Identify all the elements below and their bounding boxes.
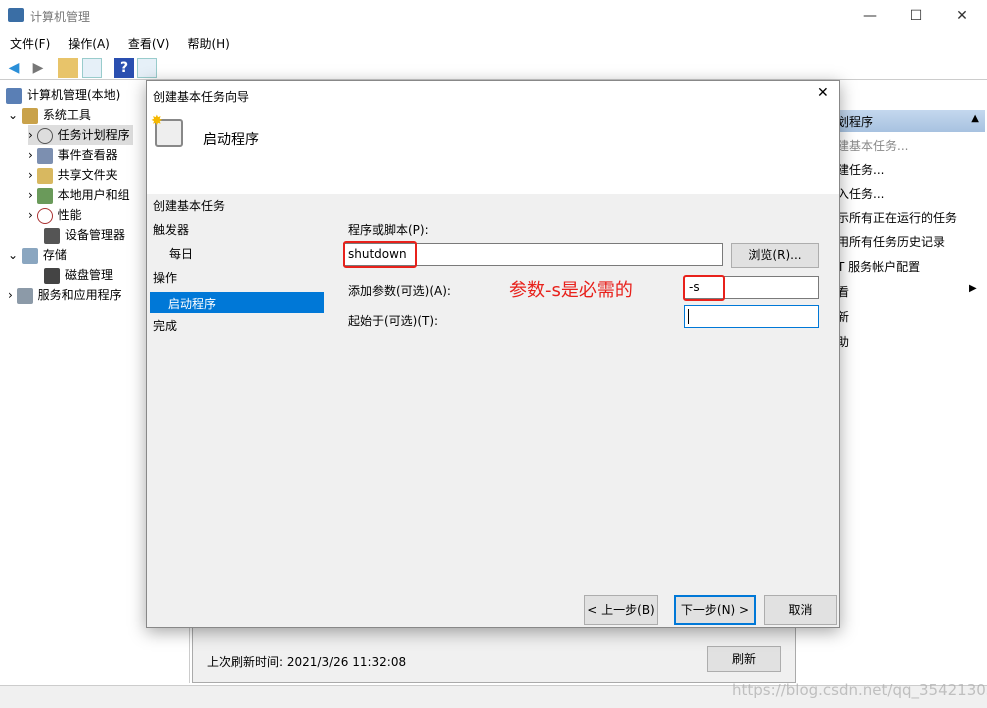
tree-item-performance[interactable]: › 性能	[28, 205, 82, 225]
text-cursor	[688, 309, 689, 324]
tree-label: 共享文件夹	[57, 168, 118, 182]
menu-bar: 文件(F) 操作(A) 查看(V) 帮助(H)	[0, 32, 987, 54]
dialog-heading: 启动程序	[203, 132, 259, 148]
back-button[interactable]: < 上一步(B)	[584, 595, 658, 625]
step-label: 启动程序	[168, 297, 217, 311]
tree-label: 性能	[57, 208, 82, 222]
action-create-task[interactable]: 建任务...	[837, 161, 884, 178]
tree-label: 磁盘管理	[65, 268, 114, 282]
action-show-running[interactable]: 示所有正在运行的任务	[837, 209, 957, 226]
back-arrow-icon[interactable]: ◀	[4, 58, 24, 78]
tree-item-local-users[interactable]: › 本地用户和组	[28, 185, 130, 205]
tree-label: 计算机管理(本地)	[27, 88, 121, 102]
dialog-close-button[interactable]: ✕	[817, 85, 829, 101]
device-manager-icon	[44, 227, 60, 244]
tree-item-shared-folders[interactable]: › 共享文件夹	[28, 165, 118, 185]
step-create-basic-task: 创建基本任务	[153, 199, 226, 213]
annotation-text: 参数-s是必需的	[509, 280, 633, 301]
tree-item-services-apps[interactable]: › 服务和应用程序	[8, 285, 122, 305]
args-label: 添加参数(可选)(A):	[348, 284, 451, 298]
tree-label: 服务和应用程序	[37, 288, 122, 302]
maximize-button[interactable]: ☐	[893, 0, 939, 32]
action-service-account[interactable]: T 服务帐户配置	[837, 258, 920, 275]
tree-label: 系统工具	[42, 108, 91, 122]
forward-arrow-icon[interactable]: ▶	[28, 58, 48, 78]
computer-management-icon	[8, 8, 24, 22]
start-in-label: 起始于(可选)(T):	[348, 314, 439, 328]
tree-label: 存储	[42, 248, 67, 262]
dialog-header: 创建基本任务向导 ✕ ✸ 启动程序	[147, 81, 839, 194]
browse-button[interactable]: 浏览(R)...	[731, 243, 819, 268]
program-label: 程序或脚本(P):	[348, 223, 429, 237]
tree-label: 任务计划程序	[57, 128, 130, 142]
task-clock-icon: ✸	[151, 113, 183, 147]
dialog-title: 创建基本任务向导	[153, 90, 250, 104]
show-hide-action-pane-icon[interactable]	[137, 58, 157, 78]
actions-header-label: 划程序	[837, 115, 874, 129]
tree-item-storage[interactable]: ⌄ 存储	[8, 245, 67, 265]
tree-item-device-manager[interactable]: 设备管理器	[44, 225, 125, 245]
cancel-button[interactable]: 取消	[764, 595, 837, 625]
users-icon	[36, 187, 53, 204]
refresh-button[interactable]: 刷新	[707, 646, 781, 672]
event-viewer-icon	[36, 147, 53, 164]
action-create-basic-task[interactable]: 建基本任务...	[837, 137, 908, 154]
up-folder-icon[interactable]	[58, 58, 78, 78]
action-import-task[interactable]: 入任务...	[837, 185, 884, 202]
action-enable-history[interactable]: 用所有任务历史记录	[837, 233, 945, 250]
highlight-box	[683, 275, 725, 301]
menu-help[interactable]: 帮助(H)	[177, 32, 237, 52]
submenu-arrow-icon: ▶	[969, 283, 977, 294]
storage-icon	[21, 247, 38, 264]
watermark: https://blog.csdn.net/qq_35421305	[732, 681, 987, 699]
services-icon	[16, 287, 33, 304]
step-daily: 每日	[169, 247, 194, 261]
help-icon[interactable]: ?	[114, 58, 134, 78]
tree-item-event-viewer[interactable]: › 事件查看器	[28, 145, 118, 165]
tools-icon	[21, 107, 38, 124]
menu-file[interactable]: 文件(F)	[0, 32, 58, 52]
collapse-up-icon: ▲	[971, 113, 979, 124]
performance-icon	[36, 207, 53, 224]
tree-item-system-tools[interactable]: ⌄ 系统工具	[8, 105, 91, 125]
status-bar: https://blog.csdn.net/qq_35421305	[0, 681, 987, 708]
menu-view[interactable]: 查看(V)	[118, 32, 178, 52]
minimize-button[interactable]: —	[847, 0, 893, 32]
menu-action[interactable]: 操作(A)	[58, 32, 118, 52]
highlight-box	[343, 241, 417, 268]
tree-label: 事件查看器	[57, 148, 118, 162]
computer-icon	[6, 87, 22, 104]
shared-folder-icon	[36, 167, 53, 184]
next-button[interactable]: 下一步(N) >	[674, 595, 756, 625]
last-refresh-text: 上次刷新时间: 2021/3/26 11:32:08	[207, 655, 407, 669]
window-title: 计算机管理	[30, 10, 91, 24]
tree-item-disk-management[interactable]: 磁盘管理	[44, 265, 113, 285]
tree-label: 设备管理器	[65, 228, 126, 242]
title-bar: 计算机管理 — ☐ ✕	[0, 0, 987, 32]
tree-label: 本地用户和组	[57, 188, 130, 202]
disk-icon	[44, 267, 60, 284]
close-button[interactable]: ✕	[939, 0, 985, 32]
step-start-program: 启动程序	[150, 292, 324, 313]
clock-icon	[36, 127, 53, 144]
toolbar: ◀ ▶ ?	[0, 55, 987, 80]
step-action: 操作	[153, 271, 178, 285]
tree-item-root[interactable]: 计算机管理(本地)	[6, 85, 120, 105]
show-hide-tree-icon[interactable]	[82, 58, 102, 78]
create-basic-task-wizard: 创建基本任务向导 ✕ ✸ 启动程序 创建基本任务 触发器 每日 操作 启动程序 …	[146, 80, 840, 628]
step-finish: 完成	[153, 319, 178, 333]
step-trigger: 触发器	[153, 223, 190, 237]
start-in-input[interactable]	[684, 305, 819, 328]
tree-item-task-scheduler[interactable]: › 任务计划程序	[28, 125, 133, 145]
